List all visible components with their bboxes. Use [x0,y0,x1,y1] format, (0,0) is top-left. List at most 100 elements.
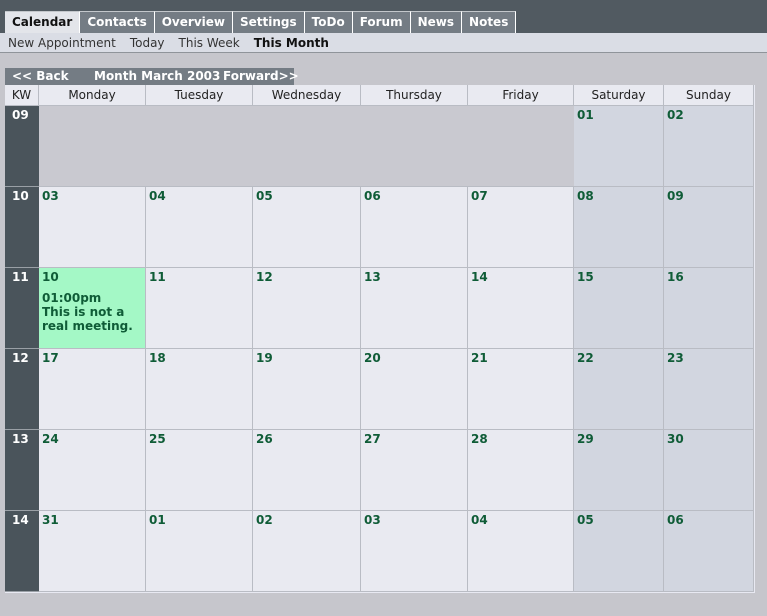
day-cell[interactable]: 12 [253,268,361,349]
day-number[interactable]: 05 [577,513,660,527]
week-number[interactable]: 12 [5,349,39,430]
event-title[interactable]: This is not a real meeting. [42,305,142,333]
day-cell[interactable]: 29 [574,430,664,511]
day-number[interactable]: 04 [471,513,570,527]
day-cell[interactable]: 30 [664,430,754,511]
day-number[interactable]: 08 [577,189,660,203]
day-number[interactable]: 04 [149,189,249,203]
tab-todo[interactable]: ToDo [304,11,353,33]
tab-forum[interactable]: Forum [352,11,411,33]
day-number[interactable]: 02 [256,513,357,527]
week-number[interactable]: 13 [5,430,39,511]
day-number[interactable]: 14 [471,270,570,284]
tab-settings[interactable]: Settings [232,11,305,33]
day-cell[interactable]: 13 [361,268,468,349]
day-cell[interactable]: 20 [361,349,468,430]
day-cell[interactable]: 08 [574,187,664,268]
day-number[interactable]: 13 [364,270,464,284]
day-number[interactable]: 02 [667,108,750,122]
day-number[interactable]: 05 [256,189,357,203]
day-cell[interactable]: 09 [664,187,754,268]
day-number[interactable]: 03 [42,189,142,203]
day-cell[interactable]: 17 [39,349,146,430]
event-time[interactable]: 01:00pm [42,291,142,305]
day-cell[interactable]: 02 [253,511,361,592]
tab-contacts[interactable]: Contacts [80,11,155,33]
day-number[interactable]: 11 [149,270,249,284]
day-number[interactable]: 03 [364,513,464,527]
day-cell[interactable]: 21 [468,349,574,430]
day-cell[interactable]: 22 [574,349,664,430]
tab-calendar[interactable]: Calendar [5,11,81,33]
day-number[interactable]: 07 [471,189,570,203]
subnav-new-appointment[interactable]: New Appointment [8,36,116,50]
day-header-sunday: Sunday [664,85,754,106]
day-cell[interactable]: 06 [664,511,754,592]
day-number[interactable]: 16 [667,270,750,284]
day-cell[interactable]: 25 [146,430,253,511]
forward-link[interactable]: Forward>> [223,69,299,83]
day-number[interactable]: 10 [42,270,142,284]
day-number[interactable]: 17 [42,351,142,365]
day-cell[interactable]: 06 [361,187,468,268]
tab-notes[interactable]: Notes [462,11,517,33]
day-number[interactable]: 24 [42,432,142,446]
day-cell[interactable]: 15 [574,268,664,349]
day-cell[interactable]: 11 [146,268,253,349]
day-header-thursday: Thursday [361,85,468,106]
day-number[interactable]: 21 [471,351,570,365]
day-number[interactable]: 25 [149,432,249,446]
day-cell[interactable]: 02 [664,106,754,187]
day-number[interactable]: 23 [667,351,750,365]
day-cell[interactable]: 19 [253,349,361,430]
day-cell[interactable]: 03 [39,187,146,268]
day-number[interactable]: 12 [256,270,357,284]
day-cell[interactable]: 01 [574,106,664,187]
day-number[interactable]: 19 [256,351,357,365]
day-cell[interactable]: 01 [146,511,253,592]
week-number[interactable]: 14 [5,511,39,592]
day-number[interactable]: 06 [364,189,464,203]
day-number[interactable]: 09 [667,189,750,203]
week-number[interactable]: 10 [5,187,39,268]
day-cell[interactable]: 28 [468,430,574,511]
day-number[interactable]: 01 [577,108,660,122]
day-cell[interactable]: 07 [468,187,574,268]
day-cell[interactable]: 16 [664,268,754,349]
day-number[interactable]: 30 [667,432,750,446]
day-number[interactable]: 31 [42,513,142,527]
back-link[interactable]: << Back [12,69,69,83]
day-number[interactable]: 26 [256,432,357,446]
day-number[interactable]: 18 [149,351,249,365]
day-cell[interactable]: 04 [468,511,574,592]
tab-news[interactable]: News [410,11,463,33]
day-cell[interactable]: 03 [361,511,468,592]
day-number[interactable]: 27 [364,432,464,446]
day-cell[interactable]: 05 [253,187,361,268]
subnav-today[interactable]: Today [130,36,165,50]
main-tabs: Calendar Contacts Overview Settings ToDo Foru… [5,11,517,33]
tab-overview[interactable]: Overview [154,11,233,33]
day-cell[interactable]: 31 [39,511,146,592]
subnav-this-month[interactable]: This Month [254,36,329,50]
day-cell[interactable]: 24 [39,430,146,511]
day-number[interactable]: 06 [667,513,750,527]
day-cell[interactable]: 23 [664,349,754,430]
day-number[interactable]: 20 [364,351,464,365]
day-cell[interactable]: 27 [361,430,468,511]
day-number[interactable]: 28 [471,432,570,446]
day-number[interactable]: 29 [577,432,660,446]
day-cell[interactable]: 26 [253,430,361,511]
day-cell[interactable]: 05 [574,511,664,592]
day-number[interactable]: 15 [577,270,660,284]
week-number[interactable]: 09 [5,106,39,187]
day-number[interactable]: 22 [577,351,660,365]
day-cell[interactable]: 04 [146,187,253,268]
day-header-tuesday: Tuesday [146,85,253,106]
day-number[interactable]: 01 [149,513,249,527]
day-cell[interactable]: 18 [146,349,253,430]
day-cell[interactable]: 10 01:00pm This is not a real meeting. [39,268,146,349]
subnav-this-week[interactable]: This Week [179,36,240,50]
day-cell[interactable]: 14 [468,268,574,349]
week-number[interactable]: 11 [5,268,39,349]
